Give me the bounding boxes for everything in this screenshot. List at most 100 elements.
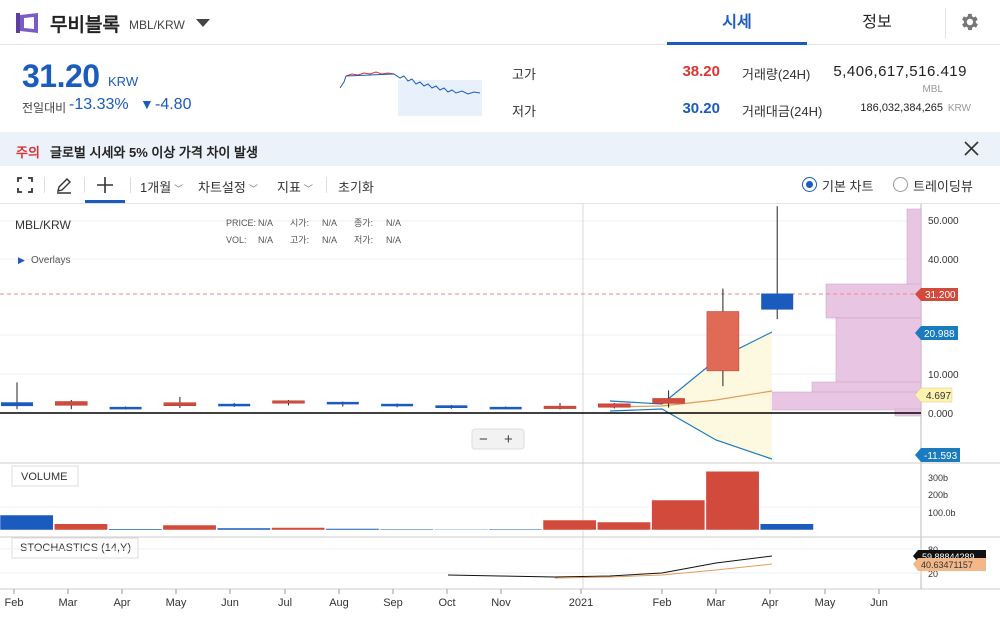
candle [326, 401, 359, 405]
y-tick: 200b [928, 490, 948, 500]
chart-settings-dropdown[interactable]: 차트설정 ﹀ [198, 177, 258, 196]
x-axis-label: Nov [491, 597, 511, 609]
x-axis-label: Feb [5, 597, 24, 609]
toolbar-divider [130, 177, 131, 193]
candle [1, 402, 33, 407]
high-label: 고가 [512, 67, 536, 82]
y-tick: 50.000 [928, 216, 959, 227]
candle [435, 405, 468, 409]
toolbar-divider [84, 177, 85, 193]
y-tick: 40.000 [928, 255, 959, 266]
basic-chart-label[interactable]: 기본 차트 [822, 176, 873, 195]
volume-bar [597, 521, 651, 531]
current-price: 31.20 [22, 58, 100, 94]
candle [761, 293, 794, 310]
candle [706, 311, 740, 372]
y-tick: 0.000 [928, 409, 953, 420]
high-value: 38.20 [682, 63, 720, 80]
toolbar-divider [44, 177, 45, 193]
chevron-down-icon: ﹀ [303, 184, 313, 194]
zoom-controls: − + [471, 428, 525, 450]
candle [652, 398, 685, 404]
stochastic-d-line [554, 563, 773, 579]
chevron-down-icon: ﹀ [248, 184, 258, 194]
candle [598, 403, 631, 408]
price-tag-bb-upper: 20.988 [915, 326, 958, 340]
basic-chart-radio[interactable] [802, 177, 817, 192]
overlays-triangle-icon[interactable]: ▶ [18, 255, 25, 265]
x-axis-label: May [815, 597, 836, 609]
x-axis-label: Aug [329, 597, 349, 609]
trade-amount-24h-label: 거래대금(24H) [742, 104, 823, 119]
toolbar-divider [326, 177, 327, 193]
crosshair-icon[interactable] [96, 176, 114, 194]
volume-bar [108, 528, 163, 531]
volume-bar [379, 528, 434, 531]
pencil-draw-icon[interactable] [55, 176, 73, 194]
candle [55, 401, 88, 406]
volume-bar [651, 499, 706, 531]
svg-text:종가:: 종가: [354, 218, 373, 228]
tab-info[interactable]: 정보 [807, 0, 947, 45]
volume-bar [325, 528, 380, 531]
x-axis-label: Feb [653, 597, 672, 609]
volume-24h-value: 5,406,617,516.419 [833, 63, 967, 80]
volume-bar [434, 529, 488, 531]
zoom-in-button[interactable]: + [504, 431, 513, 448]
candle [163, 402, 197, 406]
y-tick: 100.0b [928, 508, 956, 518]
volume-bar [759, 523, 814, 531]
volume-profile [769, 208, 922, 417]
tradingview-label[interactable]: 트레이딩뷰 [913, 176, 973, 195]
svg-text:N/A: N/A [386, 235, 401, 245]
chart-toolbar: 1개월 ﹀ 차트설정 ﹀ 지표 ﹀ 초기화 기본 차트 트레이딩뷰 [0, 166, 1000, 204]
coin-pair[interactable]: MBL/KRW [129, 18, 185, 32]
volume-bars [0, 471, 814, 531]
candle [543, 405, 577, 409]
svg-text:N/A: N/A [322, 218, 337, 228]
y-tick: 300b [928, 473, 948, 483]
price-gap-notice: 주의 글로벌 시세와 5% 이상 가격 차이 발생 [0, 132, 1000, 166]
x-axis-label: Jun [870, 597, 888, 609]
svg-text:4.697: 4.697 [926, 391, 951, 402]
coin-dropdown-caret-icon[interactable] [196, 19, 210, 27]
y-tick: 10.000 [928, 370, 959, 381]
period-dropdown[interactable]: 1개월 ﹀ [140, 177, 183, 196]
price-chart[interactable]: MBL/KRW ▶ Overlays PRICE: N/A 시가: N/A 종가: N… [0, 204, 1000, 617]
ohlc-info: PRICE: N/A 시가: N/A 종가: N/A VOL: N/A 고가: N/A 저… [226, 218, 401, 245]
svg-text:VOLUME: VOLUME [21, 471, 67, 483]
volume-bar [705, 471, 760, 531]
coin-name[interactable]: 무비블록 [50, 10, 120, 37]
reset-button[interactable]: 초기화 [338, 177, 374, 196]
svg-text:STOCHASTICS (14,Y): STOCHASTICS (14,Y) [20, 542, 131, 554]
gear-icon[interactable] [958, 11, 980, 33]
x-axis-label: Mar [59, 597, 78, 609]
low-label: 저가 [512, 104, 536, 119]
svg-text:N/A: N/A [258, 218, 273, 228]
svg-text:고가:: 고가: [290, 235, 309, 245]
price-tag-bb-middle: 4.697 [914, 387, 953, 403]
svg-text:-11.593: -11.593 [924, 451, 958, 462]
x-axis-label: 2021 [569, 597, 593, 609]
zoom-out-button[interactable]: − [479, 431, 488, 448]
volume-label-box: VOLUME [11, 465, 79, 487]
mini-price-chart [340, 71, 482, 116]
x-axis-label: Oct [438, 597, 455, 609]
tradingview-radio[interactable] [893, 177, 908, 192]
svg-text:N/A: N/A [322, 235, 337, 245]
indicators-dropdown[interactable]: 지표 ﹀ [277, 177, 313, 196]
coin-logo-icon [16, 13, 38, 33]
svg-text:VOL:: VOL: [226, 235, 247, 245]
x-axis-label: Jul [278, 597, 292, 609]
x-axis-label: Apr [113, 597, 130, 609]
close-icon[interactable] [964, 141, 979, 156]
overlays-toggle[interactable]: Overlays [31, 255, 70, 266]
tab-quote[interactable]: 시세 [667, 0, 807, 45]
volume-bar [0, 514, 54, 531]
low-value: 30.20 [682, 100, 720, 117]
x-axis-labels: Feb Mar Apr May Jun Jul Aug Sep Oct Nov 2021 Feb Mar… [5, 589, 888, 609]
price-tag-current: 31.200 [915, 288, 958, 301]
fullscreen-icon[interactable] [16, 176, 34, 194]
notice-tag: 주의 [16, 145, 40, 160]
volume-bar [54, 523, 108, 531]
